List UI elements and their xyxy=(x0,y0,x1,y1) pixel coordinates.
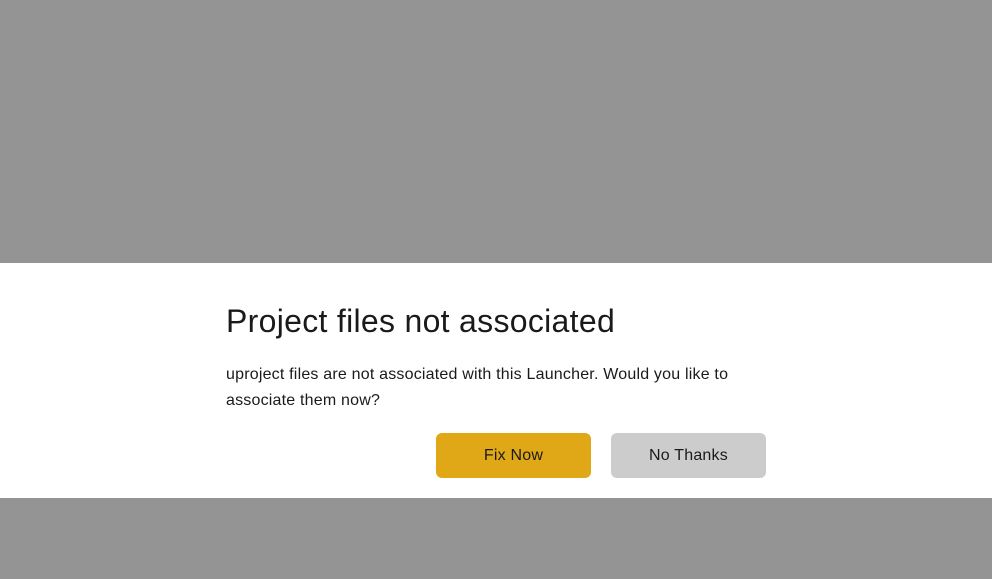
fix-now-button[interactable]: Fix Now xyxy=(436,433,591,478)
button-row: Fix Now No Thanks xyxy=(436,433,766,478)
dialog-message: uproject files are not associated with t… xyxy=(226,362,766,413)
dialog-title: Project files not associated xyxy=(226,303,766,340)
no-thanks-button[interactable]: No Thanks xyxy=(611,433,766,478)
dialog-content: Project files not associated uproject fi… xyxy=(0,263,992,478)
dialog-panel: Project files not associated uproject fi… xyxy=(0,263,992,498)
